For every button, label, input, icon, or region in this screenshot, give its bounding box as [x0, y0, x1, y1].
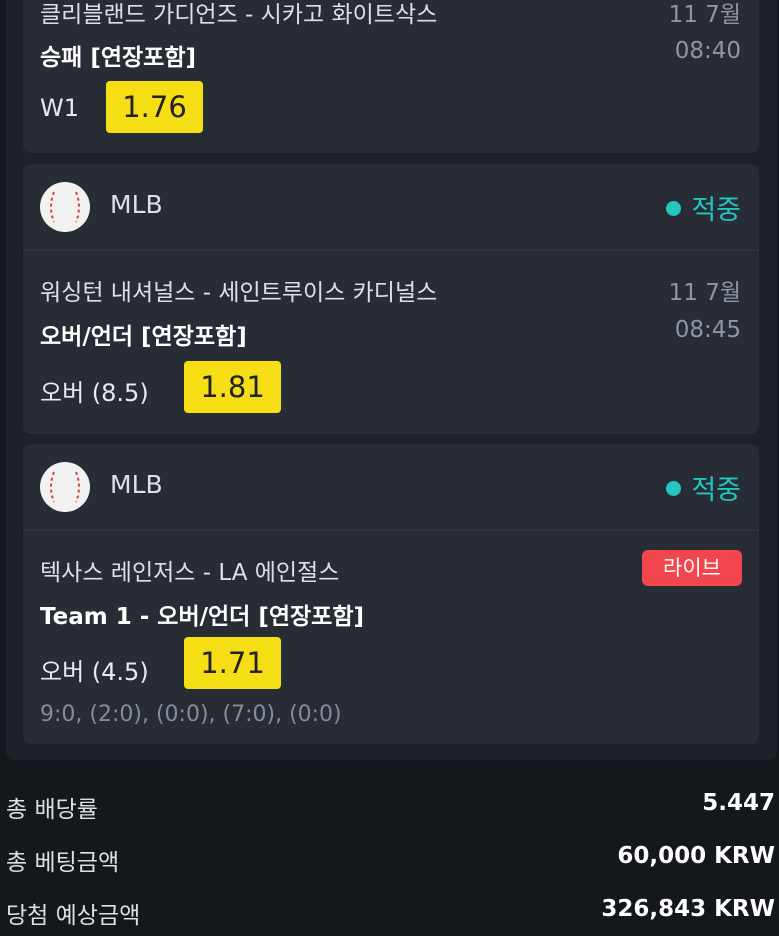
match-date: 11 7월 — [668, 280, 741, 306]
total-odds-value: 5.447 — [702, 790, 775, 816]
market-name: Team 1 - 오버/언더 [연장포함] — [40, 604, 365, 630]
league-name: MLB — [110, 190, 163, 219]
pick-label: W1 — [40, 94, 79, 122]
total-stake-value: 60,000 KRW — [617, 843, 775, 869]
match-date: 11 7월 — [668, 2, 741, 28]
market-name: 승패 [연장포함] — [40, 45, 196, 71]
match-teams: 텍사스 레인저스 - LA 에인절스 — [40, 560, 340, 586]
pick-label: 오버 (4.5) — [40, 658, 149, 686]
bet-card-1: 클리블랜드 가디언즈 - 시카고 화이트삭스 11 7월 승패 [연장포함] 0… — [23, 0, 759, 153]
card-header: MLB 적중 — [23, 164, 759, 251]
status-text: 적중 — [691, 195, 741, 226]
status-dot-icon — [666, 481, 682, 496]
live-badge: 라이브 — [642, 550, 742, 586]
status-dot-icon — [666, 201, 682, 216]
card-header: MLB 적중 — [23, 444, 759, 531]
expected-win-value: 326,843 KRW — [601, 896, 775, 922]
match-teams: 클리블랜드 가디언즈 - 시카고 화이트삭스 — [40, 2, 438, 28]
market-name: 오버/언더 [연장포함] — [40, 324, 247, 350]
bet-card-3: MLB 적중 텍사스 레인저스 - LA 에인절스 라이브 Team 1 - 오… — [23, 444, 759, 744]
total-odds-label: 총 배당률 — [6, 797, 98, 823]
total-odds-row: 총 배당률 5.447 — [6, 790, 775, 830]
odds-badge: 1.81 — [184, 361, 281, 413]
match-time: 08:45 — [674, 317, 741, 343]
pick-label: 오버 (8.5) — [40, 379, 149, 407]
status-text: 적중 — [691, 475, 741, 506]
odds-badge: 1.76 — [106, 81, 203, 133]
status-badge: 적중 — [666, 188, 741, 227]
status-badge: 적중 — [666, 468, 741, 507]
match-teams: 워싱턴 내셔널스 - 세인트루이스 카디널스 — [40, 280, 438, 306]
match-time: 08:40 — [674, 38, 741, 64]
baseball-icon — [40, 462, 90, 512]
score-line: 9:0, (2:0), (0:0), (7:0), (0:0) — [40, 702, 342, 727]
bet-card-2: MLB 적중 워싱턴 내셔널스 - 세인트루이스 카디널스 11 7월 오버/언… — [23, 164, 759, 434]
expected-win-label: 당첨 예상금액 — [6, 903, 141, 929]
total-stake-row: 총 베팅금액 60,000 KRW — [6, 843, 775, 883]
baseball-icon — [40, 182, 90, 232]
expected-win-row: 당첨 예상금액 326,843 KRW — [6, 896, 775, 936]
odds-badge: 1.71 — [184, 637, 281, 689]
total-stake-label: 총 베팅금액 — [6, 850, 120, 876]
league-name: MLB — [110, 470, 163, 499]
